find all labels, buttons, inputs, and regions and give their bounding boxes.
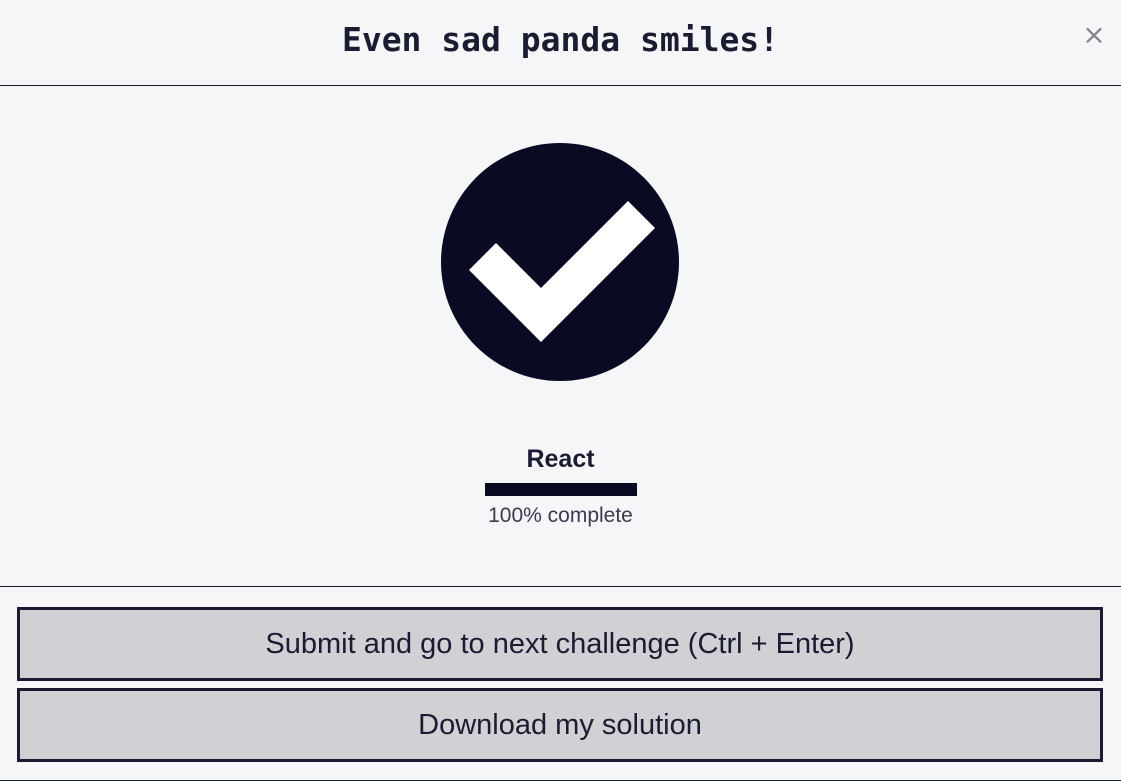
progress-bar-fill [484,483,637,496]
certification-title: React [526,445,595,473]
challenge-complete-modal: Even sad panda smiles! × React 100% comp… [0,0,1121,781]
progress-bar [484,483,637,496]
download-solution-button[interactable]: Download my solution [17,688,1103,762]
close-icon[interactable]: × [1081,18,1107,52]
modal-header: Even sad panda smiles! × [0,0,1121,86]
certification-progress: React 100% complete [0,442,1121,530]
submit-next-challenge-button[interactable]: Submit and go to next challenge (Ctrl + … [17,607,1103,681]
modal-body: React 100% complete [0,86,1121,586]
check-circle-icon [441,143,679,381]
modal-title: Even sad panda smiles! [341,20,780,59]
modal-footer: Submit and go to next challenge (Ctrl + … [0,586,1121,781]
progress-text: 100% complete [488,504,633,527]
